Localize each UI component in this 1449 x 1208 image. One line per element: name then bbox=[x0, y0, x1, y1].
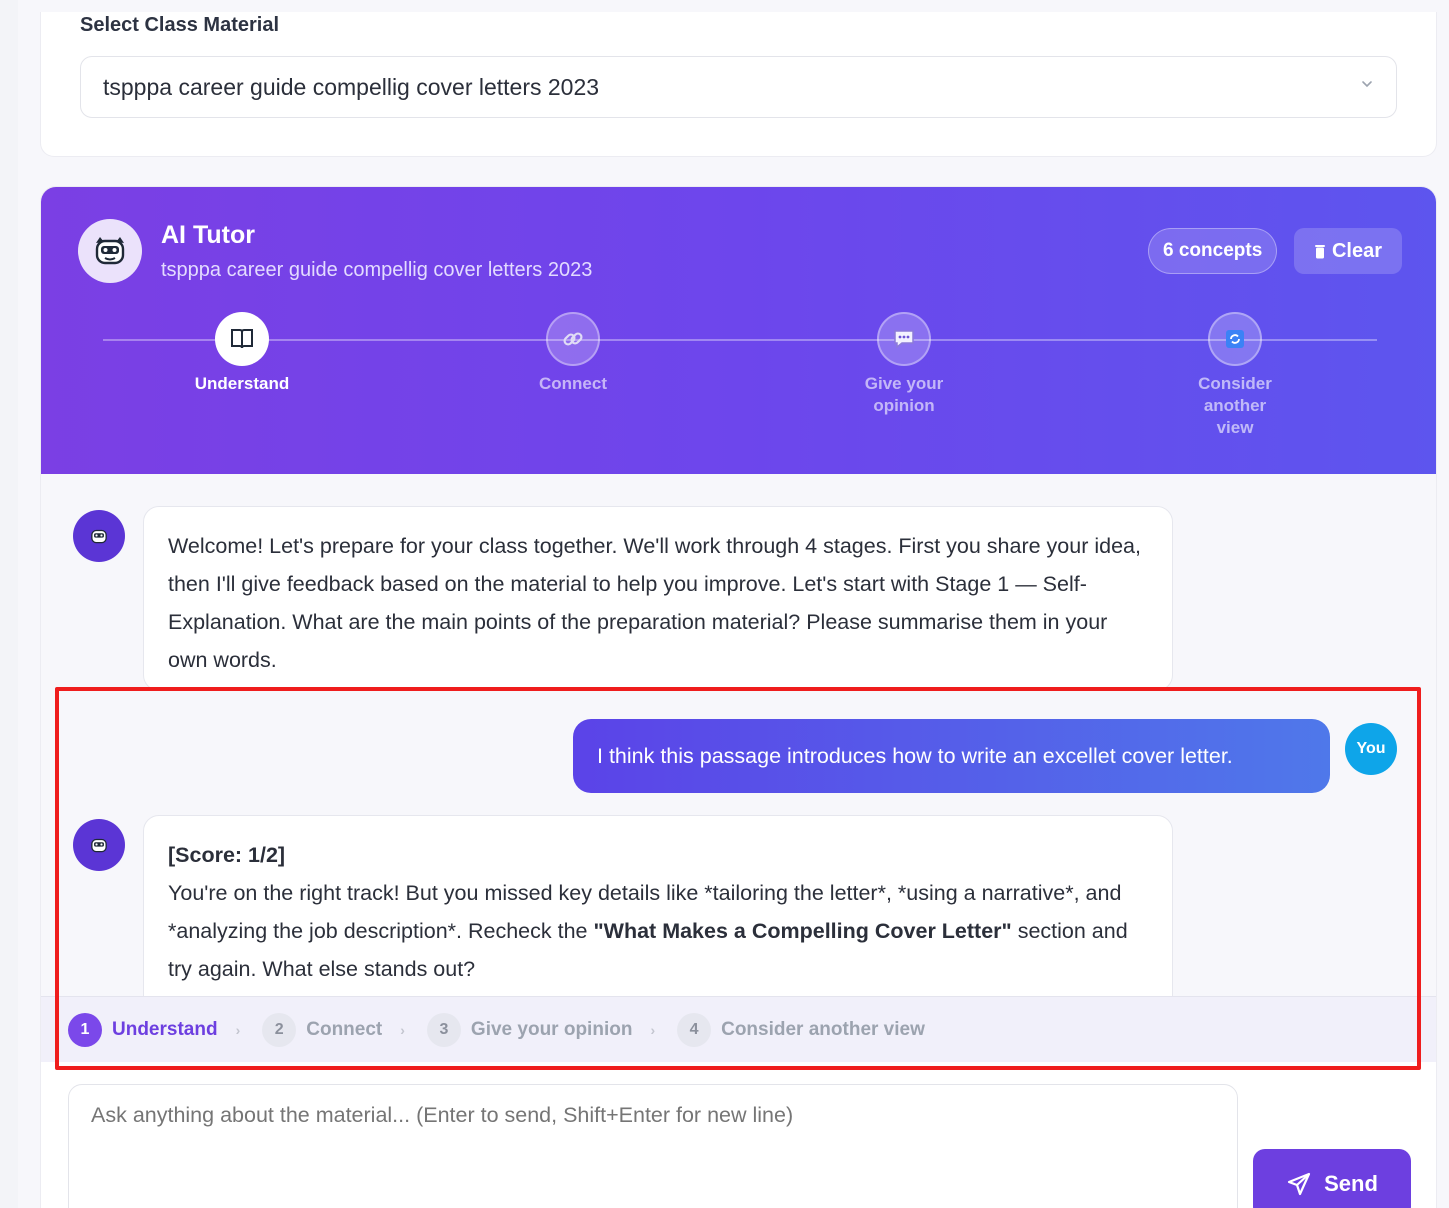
send-icon bbox=[1287, 1172, 1311, 1196]
concepts-badge[interactable]: 6 concepts bbox=[1148, 228, 1278, 274]
robot-icon bbox=[91, 529, 107, 544]
robot-icon bbox=[91, 838, 107, 853]
message-user: I think this passage introduces how to w… bbox=[573, 719, 1330, 793]
clear-button[interactable]: Clear bbox=[1294, 228, 1402, 274]
material-select-value: tspppa career guide compellig cover lett… bbox=[103, 74, 600, 100]
message-user-text: I think this passage introduces how to w… bbox=[597, 743, 1233, 768]
link-icon bbox=[563, 332, 583, 346]
stage-number: 1 bbox=[68, 1012, 102, 1047]
chat-input[interactable] bbox=[68, 1084, 1238, 1208]
refresh-icon bbox=[1226, 330, 1244, 348]
step-circle bbox=[546, 312, 600, 366]
step-connect[interactable]: Connect bbox=[493, 312, 653, 395]
chevron-right-icon: › bbox=[400, 1021, 405, 1038]
message-welcome: Welcome! Let's prepare for your class to… bbox=[143, 506, 1173, 691]
stage-connect[interactable]: 2 Connect › bbox=[262, 1012, 405, 1047]
chevron-right-icon: › bbox=[650, 1021, 656, 1038]
step-understand[interactable]: Understand bbox=[162, 312, 322, 395]
material-select[interactable]: tspppa career guide compellig cover lett… bbox=[80, 56, 1397, 118]
bot-avatar bbox=[73, 510, 125, 562]
send-button[interactable]: Send bbox=[1253, 1149, 1411, 1208]
bot-avatar bbox=[73, 819, 125, 871]
stage-progress-bar: 1 Understand › 2 Connect › 3 Give your o… bbox=[41, 996, 1436, 1062]
tutor-title: AI Tutor bbox=[161, 221, 255, 249]
message-feedback: [Score: 1/2] You're on the right track! … bbox=[143, 815, 1173, 996]
step-label: Understand bbox=[194, 374, 290, 393]
step-circle bbox=[1208, 312, 1262, 366]
step-label: Consider another view bbox=[1198, 374, 1272, 437]
chat-bubble-icon bbox=[894, 330, 914, 349]
tutor-panel: AI Tutor tspppa career guide compellig c… bbox=[40, 186, 1437, 1208]
step-give-opinion[interactable]: Give your opinion bbox=[824, 312, 984, 417]
stage-label: Consider another view bbox=[721, 1018, 925, 1040]
feedback-section-name: "What Makes a Compelling Cover Letter" bbox=[593, 919, 1012, 943]
tutor-header: AI Tutor tspppa career guide compellig c… bbox=[41, 187, 1436, 474]
robot-icon bbox=[95, 237, 125, 265]
user-avatar: You bbox=[1345, 723, 1397, 775]
step-label: Give your opinion bbox=[864, 374, 944, 415]
feedback-score: [Score: 1/2] bbox=[168, 843, 286, 867]
stage-number: 4 bbox=[677, 1012, 712, 1047]
tutor-avatar bbox=[78, 219, 142, 283]
stage-give-opinion[interactable]: 3 Give your opinion › bbox=[426, 1012, 656, 1047]
send-button-label: Send bbox=[1324, 1171, 1378, 1196]
material-label: Select Class Material bbox=[80, 14, 279, 36]
step-label: Connect bbox=[539, 374, 607, 393]
stage-consider-view[interactable]: 4 Consider another view bbox=[677, 1012, 925, 1047]
clear-button-label: Clear bbox=[1331, 239, 1383, 262]
stage-label: Understand bbox=[112, 1018, 218, 1040]
chevron-down-icon bbox=[1362, 81, 1372, 88]
chevron-right-icon: › bbox=[235, 1021, 241, 1038]
stage-number: 2 bbox=[262, 1012, 297, 1047]
message-list[interactable]: Welcome! Let's prepare for your class to… bbox=[41, 474, 1436, 996]
stage-label: Give your opinion bbox=[470, 1018, 633, 1040]
stage-understand[interactable]: 1 Understand › bbox=[68, 1012, 241, 1047]
step-consider-view[interactable]: Consider another view bbox=[1155, 312, 1315, 439]
step-circle bbox=[215, 312, 269, 366]
stage-number: 3 bbox=[426, 1012, 461, 1047]
tutor-subtitle: tspppa career guide compellig cover lett… bbox=[161, 259, 593, 281]
step-circle bbox=[877, 312, 931, 366]
stage-label: Connect bbox=[306, 1018, 383, 1040]
trash-icon bbox=[1314, 245, 1325, 259]
book-icon bbox=[231, 329, 253, 349]
input-area: Send bbox=[41, 1062, 1436, 1208]
